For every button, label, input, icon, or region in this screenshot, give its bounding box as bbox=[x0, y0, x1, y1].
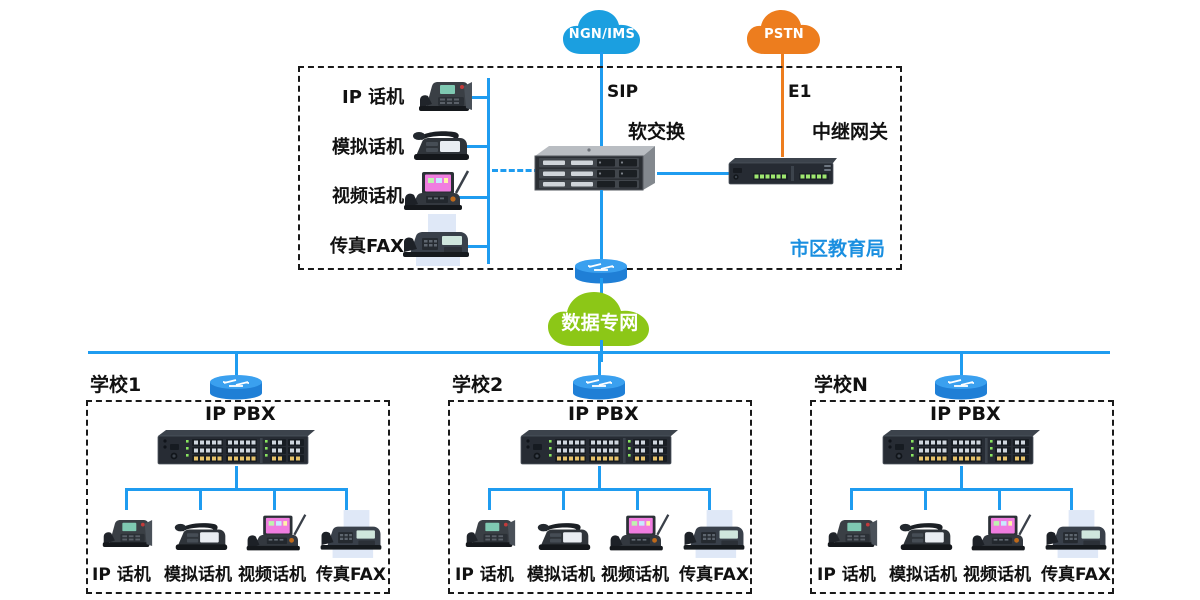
analog-phone-icon bbox=[172, 516, 230, 560]
link-softswitch-to-gateway bbox=[657, 172, 731, 175]
school-n-endpoint-label-ip-phone: IP 话机 bbox=[817, 565, 876, 585]
cloud-data-network-label: 数据专网 bbox=[561, 311, 639, 334]
school-2-endpoint-bus bbox=[488, 488, 710, 491]
school-2-drop-ip-phone bbox=[488, 488, 491, 510]
trunk-gateway-device bbox=[727, 155, 839, 191]
school-2-endpoint-label-analog-phone: 模拟话机 bbox=[527, 565, 595, 585]
core-endpoint-bus bbox=[487, 78, 490, 264]
school-n-endpoint-label-analog-phone: 模拟话机 bbox=[889, 565, 957, 585]
cloud-ngn-ims-label: NGN/IMS bbox=[568, 26, 636, 42]
school-n-drop-fax bbox=[1070, 488, 1073, 510]
school-n-endpoint-label-video-phone: 视频话机 bbox=[963, 565, 1031, 585]
analog-phone-icon bbox=[897, 516, 955, 560]
school-1-name: 学校1 bbox=[90, 374, 142, 396]
school-2-pbx-label: IP PBX bbox=[568, 403, 639, 425]
school-2-ip-pbx-device bbox=[518, 427, 681, 471]
school-2-drop-video-phone bbox=[636, 488, 639, 510]
link-softswitch-to-core-router bbox=[600, 190, 603, 262]
school-1-endpoint-label-analog-phone: 模拟话机 bbox=[164, 565, 232, 585]
zone-label-city-education-bureau: 市区教育局 bbox=[790, 238, 886, 260]
analog-phone-icon bbox=[410, 124, 472, 170]
core-endpoint-label-ip-phone: IP 话机 bbox=[342, 87, 405, 108]
network-topology-diagram: NGN/IMS PSTN SIP E1 市区教育局 IP 话机 模拟话机 视频话… bbox=[0, 0, 1200, 600]
school-2-drop-analog-phone bbox=[562, 488, 565, 510]
school-n-pbx-label: IP PBX bbox=[930, 403, 1001, 425]
school-n-endpoint-bus bbox=[850, 488, 1072, 491]
school-1-endpoint-label-video-phone: 视频话机 bbox=[238, 565, 306, 585]
cloud-pstn: PSTN bbox=[745, 8, 823, 60]
school-2-endpoint-label-ip-phone: IP 话机 bbox=[455, 565, 514, 585]
school-1-pbx-label: IP PBX bbox=[205, 403, 276, 425]
school-n-drop-analog-phone bbox=[924, 488, 927, 510]
ip-phone-icon bbox=[463, 510, 517, 560]
school-n-pbx-downlink bbox=[960, 466, 963, 490]
trunk-gateway-label: 中继网关 bbox=[812, 121, 889, 143]
ip-phone-icon bbox=[416, 72, 474, 124]
analog-phone-icon bbox=[535, 516, 593, 560]
fax-icon bbox=[1041, 508, 1111, 564]
school-n-endpoint-label-fax: 传真FAX bbox=[1041, 565, 1111, 585]
school-1-pbx-downlink bbox=[235, 466, 238, 490]
school-n-ip-pbx-device bbox=[880, 427, 1043, 471]
school-2-endpoint-label-fax: 传真FAX bbox=[679, 565, 749, 585]
core-endpoint-label-analog-phone: 模拟话机 bbox=[332, 137, 404, 158]
school-1-drop-analog-phone bbox=[199, 488, 202, 510]
school-1-drop-fax bbox=[345, 488, 348, 510]
cloud-pstn-label: PSTN bbox=[764, 26, 804, 42]
core-endpoint-label-video-phone: 视频话机 bbox=[332, 186, 404, 207]
school-2-drop-fax bbox=[708, 488, 711, 510]
fax-icon bbox=[316, 508, 386, 564]
school-2-pbx-downlink bbox=[598, 466, 601, 490]
school-n-drop-ip-phone bbox=[850, 488, 853, 510]
school-2-endpoint-label-video-phone: 视频话机 bbox=[601, 565, 669, 585]
ip-phone-icon bbox=[100, 510, 154, 560]
fax-icon bbox=[679, 508, 749, 564]
video-phone-icon bbox=[606, 510, 672, 560]
school-1-drop-video-phone bbox=[273, 488, 276, 510]
school-n-drop-video-phone bbox=[998, 488, 1001, 510]
school-2-name: 学校2 bbox=[452, 374, 504, 396]
school-1-drop-ip-phone bbox=[125, 488, 128, 510]
video-phone-icon bbox=[243, 510, 309, 560]
school-1-ip-pbx-device bbox=[155, 427, 318, 471]
video-phone-icon bbox=[968, 510, 1034, 560]
softswitch-server bbox=[531, 138, 659, 197]
school-n-name: 学校N bbox=[814, 374, 868, 396]
school-1-endpoint-label-fax: 传真FAX bbox=[316, 565, 386, 585]
school-1-endpoint-label-ip-phone: IP 话机 bbox=[92, 565, 151, 585]
ip-phone-icon bbox=[825, 510, 879, 560]
school-1-endpoint-bus bbox=[125, 488, 347, 491]
fax-icon bbox=[398, 212, 474, 272]
core-endpoint-label-fax: 传真FAX bbox=[330, 236, 405, 257]
